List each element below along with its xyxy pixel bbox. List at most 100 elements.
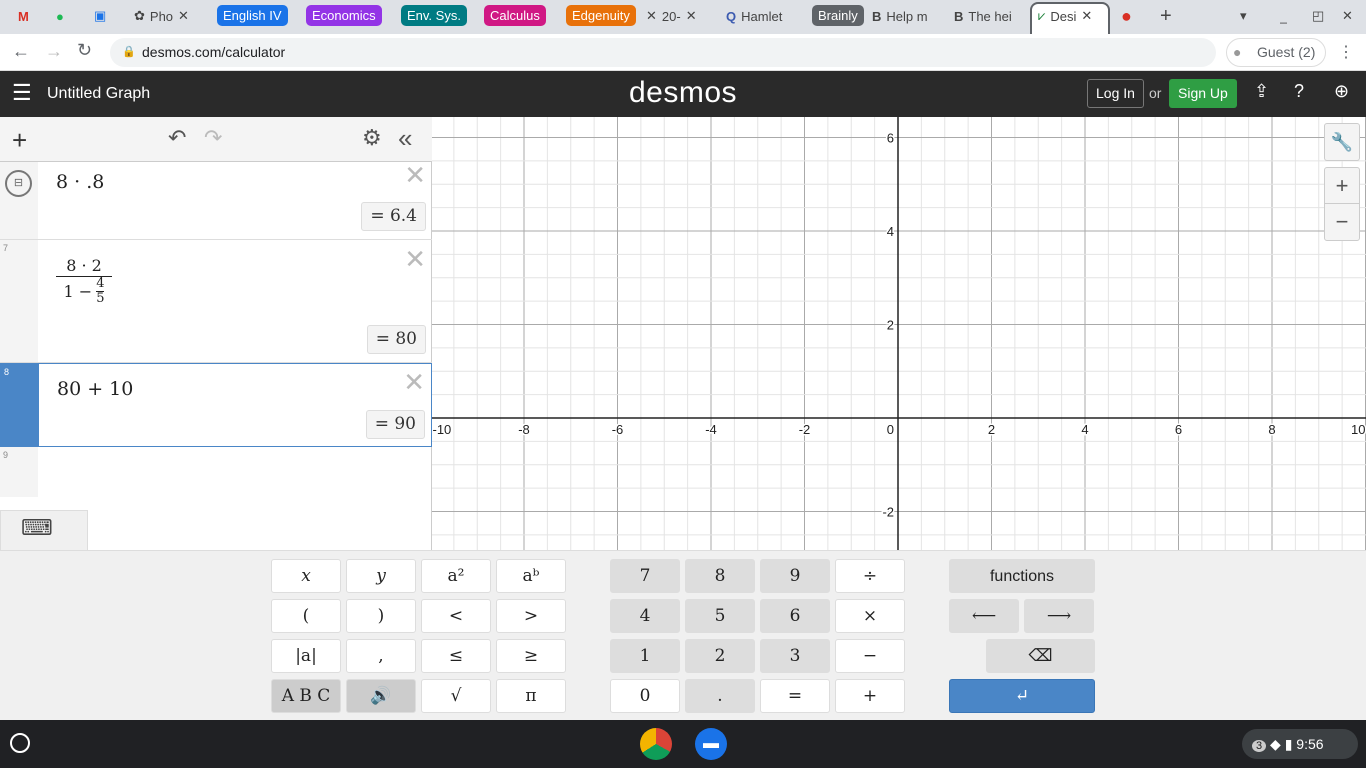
delete-expression-icon[interactable]: ✕ — [403, 369, 425, 395]
keypad-key[interactable]: − — [835, 639, 905, 673]
keypad-key[interactable]: 7 — [610, 559, 680, 593]
back-icon[interactable]: ← — [12, 41, 30, 62]
new-tab-button[interactable]: + — [1160, 5, 1172, 27]
expression-row-empty[interactable]: 9 — [0, 447, 432, 497]
maximize-button[interactable]: ◰ — [1312, 5, 1324, 27]
keypad-key[interactable]: ≤ — [421, 639, 491, 673]
login-button[interactable]: Log In — [1087, 79, 1144, 108]
tab-group-env[interactable]: Env. Sys. — [401, 5, 467, 26]
tab-group-economics[interactable]: Economics — [306, 5, 382, 26]
launcher-icon[interactable] — [10, 733, 30, 753]
graph-paper[interactable]: -10 -8 -6 -4 -2 0 2 4 6 8 10 6 4 2 -2 🔧 + − — [432, 117, 1366, 550]
expression-math[interactable]: 80 + 10 — [57, 378, 133, 400]
keypad-key[interactable]: 0 — [610, 679, 680, 713]
keypad-key[interactable]: A B C — [271, 679, 341, 713]
signup-button[interactable]: Sign Up — [1169, 79, 1237, 108]
profile-button[interactable]: ● Guest (2) — [1226, 38, 1327, 67]
keypad-key[interactable]: 6 — [760, 599, 830, 633]
keypad-key[interactable]: . — [685, 679, 755, 713]
keypad-key[interactable]: 🔊 — [346, 679, 416, 713]
keypad-key[interactable]: a² — [421, 559, 491, 593]
keypad-key[interactable]: √ — [421, 679, 491, 713]
zoom-in-icon[interactable]: + — [1325, 168, 1359, 204]
expression-row-selected[interactable]: 8 80 + 10 ✕ = 90 — [0, 363, 432, 447]
keypad-key[interactable]: x — [271, 559, 341, 593]
menu-icon[interactable]: ⋮ — [1338, 42, 1354, 62]
keypad-key[interactable]: ) — [346, 599, 416, 633]
backspace-key[interactable]: ⌫ — [986, 639, 1095, 673]
hamburger-icon[interactable]: ☰ — [12, 80, 32, 106]
settings-gear-icon[interactable]: ⚙ — [362, 125, 382, 151]
delete-expression-icon[interactable]: ✕ — [404, 246, 426, 272]
enter-key[interactable]: ↵ — [949, 679, 1095, 713]
collapse-list-icon[interactable]: « — [398, 123, 412, 154]
fraction-toggle-icon[interactable]: ⊟ — [5, 170, 32, 197]
keypad-key[interactable]: < — [421, 599, 491, 633]
tab-20[interactable]: ✕ 20- ✕ — [646, 5, 708, 27]
record-icon[interactable]: ● — [1121, 5, 1132, 27]
graph-grid[interactable]: -10 -8 -6 -4 -2 0 2 4 6 8 10 6 4 2 -2 — [432, 117, 1366, 550]
wrench-icon[interactable]: 🔧 — [1324, 123, 1360, 161]
redo-icon[interactable]: ↷ — [204, 125, 222, 151]
tab-group-english[interactable]: English IV — [217, 5, 288, 26]
keypad-key[interactable]: ( — [271, 599, 341, 633]
keypad-key[interactable]: + — [835, 679, 905, 713]
keypad-key[interactable]: ≥ — [496, 639, 566, 673]
globe-icon[interactable]: ⊕ — [1334, 81, 1349, 102]
tab-group-edgenuity[interactable]: Edgenuity — [566, 5, 636, 26]
keypad-key[interactable]: 9 — [760, 559, 830, 593]
expression-row[interactable]: 7 8 · 2 1 −4 5 ✕ = 80 — [0, 240, 432, 363]
tab-desmos-label[interactable]: ⩗ Desi ✕ — [1038, 5, 1104, 27]
keypad-key[interactable]: × — [835, 599, 905, 633]
keypad-key[interactable]: |a| — [271, 639, 341, 673]
keypad-key[interactable]: 2 — [685, 639, 755, 673]
calendar-tab[interactable]: ▣ — [94, 5, 106, 27]
tab-search-icon[interactable]: ▾ — [1240, 5, 1247, 27]
tab-group-calculus[interactable]: Calculus — [484, 5, 546, 26]
keypad-key[interactable]: ÷ — [835, 559, 905, 593]
zoom-out-icon[interactable]: − — [1325, 204, 1359, 240]
expression-math[interactable]: 8 · .8 — [56, 171, 104, 193]
keypad-key[interactable]: 4 — [610, 599, 680, 633]
tab-hamlet[interactable]: Q Hamlet — [726, 5, 792, 27]
files-icon[interactable]: ▬ — [695, 728, 727, 760]
right-arrow-key[interactable]: ⟶ — [1024, 599, 1094, 633]
forward-icon[interactable]: → — [45, 41, 63, 62]
tab-group-brainly[interactable]: Brainly — [812, 5, 864, 26]
left-arrow-key[interactable]: ⟵ — [949, 599, 1019, 633]
minimize-button[interactable]: _ — [1280, 5, 1287, 27]
close-window-button[interactable]: ✕ — [1342, 5, 1353, 27]
functions-button[interactable]: functions — [949, 559, 1095, 593]
reload-icon[interactable]: ↻ — [77, 40, 92, 61]
tab-photos[interactable]: ✿ Pho ✕ — [134, 5, 194, 27]
keypad-key[interactable]: = — [760, 679, 830, 713]
gmail-tab[interactable]: M — [18, 5, 29, 27]
expression-fraction[interactable]: 8 · 2 1 −4 5 — [56, 256, 112, 307]
expression-row[interactable]: ⊟ 8 · .8 ✕ = 6.4 — [0, 162, 432, 240]
keypad-key[interactable]: 5 — [685, 599, 755, 633]
tab-the-hei[interactable]: B The hei — [954, 5, 1022, 27]
axis-tick-label: -6 — [612, 422, 624, 437]
keypad-key[interactable]: 8 — [685, 559, 755, 593]
inner-denominator: 5 — [96, 291, 105, 307]
keypad-key[interactable]: > — [496, 599, 566, 633]
keypad-key[interactable]: π — [496, 679, 566, 713]
undo-icon[interactable]: ↶ — [168, 125, 186, 151]
keypad-key[interactable]: , — [346, 639, 416, 673]
help-icon[interactable]: ? — [1294, 81, 1304, 102]
keypad-key[interactable]: y — [346, 559, 416, 593]
spotify-tab[interactable]: ● — [56, 5, 64, 27]
address-bar-row: ← → ↻ 🔒 desmos.com/calculator ● Guest (2) … — [0, 34, 1366, 71]
add-expression-icon[interactable]: + — [12, 125, 27, 156]
keypad-key[interactable]: 3 — [760, 639, 830, 673]
tab-help[interactable]: B Help m — [872, 5, 940, 27]
share-icon[interactable]: ⇪ — [1254, 81, 1269, 102]
keyboard-toggle-button[interactable]: ⌨ ▼ — [0, 510, 88, 564]
chrome-icon[interactable] — [640, 728, 672, 760]
keypad-key[interactable]: aᵇ — [496, 559, 566, 593]
delete-expression-icon[interactable]: ✕ — [404, 162, 426, 188]
graph-title[interactable]: Untitled Graph — [47, 85, 150, 103]
url-input[interactable]: 🔒 desmos.com/calculator — [110, 38, 1216, 67]
status-tray[interactable]: 3 ◆ ▮ 9:56 — [1242, 729, 1358, 759]
keypad-key[interactable]: 1 — [610, 639, 680, 673]
